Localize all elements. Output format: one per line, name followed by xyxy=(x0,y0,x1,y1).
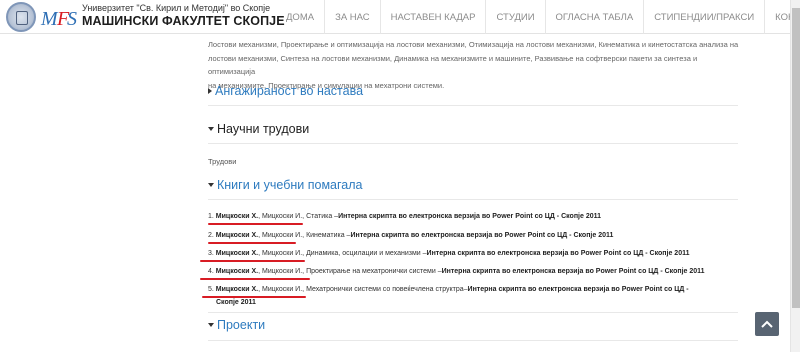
nav-item-studies[interactable]: СТУДИИ xyxy=(486,0,546,34)
university-seal-logo[interactable] xyxy=(6,2,36,32)
divider xyxy=(208,312,738,313)
section-papers-toggle[interactable]: Научни трудови xyxy=(208,122,309,136)
book-author-primary: Мицкоски Х. xyxy=(215,268,259,275)
intro-line-1: Лостови механизми, Проектирање и оптимиз… xyxy=(208,40,739,49)
nav-item-home[interactable]: ДОМА xyxy=(278,0,326,34)
caret-down-icon xyxy=(208,127,214,131)
list-item: 4. Мицкоски Х., Мицкоски И., Проектирање… xyxy=(208,268,705,275)
chevron-up-icon xyxy=(761,320,773,328)
back-to-top-button[interactable] xyxy=(755,312,779,336)
list-item: 3. Мицкоски Х., Мицкоски И., Динамика, о… xyxy=(208,250,690,257)
divider xyxy=(208,340,738,341)
divider xyxy=(208,199,738,200)
section-books-title: Книги и учебни помагала xyxy=(217,178,363,192)
svg-text:S: S xyxy=(67,8,77,30)
book-author-primary: Мицкоски Х. xyxy=(215,250,259,257)
main-nav: ДОМА ЗА НАС НАСТАВЕН КАДАР СТУДИИ ОГЛАСН… xyxy=(278,0,800,34)
nav-item-notice-board[interactable]: ОГЛАСНА ТАБЛА xyxy=(546,0,645,34)
section-teaching-title: Ангажираност во настава xyxy=(215,84,364,98)
caret-down-icon xyxy=(208,183,214,187)
nav-item-about[interactable]: ЗА НАС xyxy=(325,0,381,34)
caret-down-icon xyxy=(208,323,214,327)
section-projects-toggle[interactable]: Проекти xyxy=(208,318,265,332)
papers-label: Трудови xyxy=(208,157,237,166)
red-underline-annotation xyxy=(208,242,296,244)
scrollbar-thumb[interactable] xyxy=(792,8,800,308)
section-books-toggle[interactable]: Книги и учебни помагала xyxy=(208,178,362,192)
list-item: 1. Мицкоски Х., Мицкоски И., Статика –Ин… xyxy=(208,213,602,220)
list-item-continuation: Скопје 2011 xyxy=(216,299,256,306)
section-projects-title: Проекти xyxy=(217,318,266,332)
red-underline-annotation xyxy=(208,223,303,225)
list-item: 5. Мицкоски Х., Мицкоски И., Мехатроничк… xyxy=(208,286,689,293)
faculty-name: МАШИНСКИ ФАКУЛТЕТ СКОПЈЕ xyxy=(82,14,285,28)
book-author-primary: Мицкоски Х. xyxy=(215,232,259,239)
red-underline-annotation xyxy=(200,260,305,262)
divider xyxy=(208,143,738,144)
section-teaching-toggle[interactable]: Ангажираност во настава xyxy=(208,84,363,98)
site-header: M F S Универзитет "Св. Кирил и Методиј" … xyxy=(0,0,800,34)
nav-item-staff[interactable]: НАСТАВЕН КАДАР xyxy=(381,0,487,34)
list-item: 2. Мицкоски Х., Мицкоски И., Кинематика … xyxy=(208,232,614,239)
intro-line-2: лостови механизми, Синтеза на лостови ме… xyxy=(208,53,698,77)
caret-right-icon xyxy=(208,88,212,94)
faculty-logo[interactable]: M F S xyxy=(40,3,80,31)
red-underline-annotation xyxy=(200,278,310,280)
divider xyxy=(208,105,738,106)
book-author-primary: Мицкоски Х. xyxy=(215,286,259,293)
nav-item-scholarships[interactable]: СТИПЕНДИИ/ПРАКСИ xyxy=(644,0,766,34)
university-name: Универзитет "Св. Кирил и Методиј" во Ско… xyxy=(82,3,271,13)
page-scrollbar[interactable] xyxy=(790,0,800,352)
book-author-primary: Мицкоски Х. xyxy=(215,213,259,220)
section-papers-title: Научни трудови xyxy=(217,122,310,136)
